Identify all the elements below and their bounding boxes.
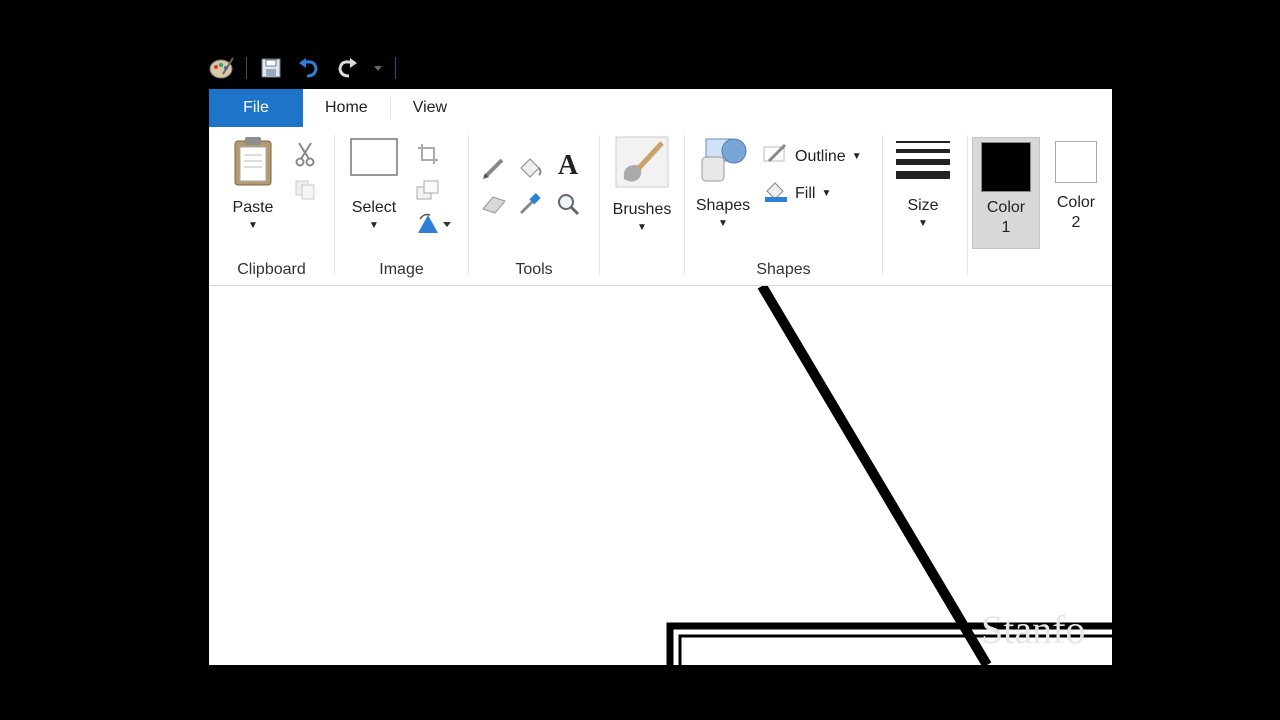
color1-label: Color 1 <box>986 199 1026 236</box>
paint-app-icon[interactable] <box>208 54 236 82</box>
color1-swatch <box>981 142 1031 192</box>
chevron-down-icon: ▼ <box>821 188 832 199</box>
size-label: Size <box>907 197 939 214</box>
ribbon-tabs: File Home View <box>209 89 1112 127</box>
cut-icon[interactable] <box>292 141 318 167</box>
brushes-button[interactable]: Brushes ▼ <box>604 135 680 233</box>
fill-label: Fill <box>795 184 816 202</box>
tab-view[interactable]: View <box>391 89 469 127</box>
line-size-icon <box>895 135 951 190</box>
canvas-drawing <box>666 283 1112 665</box>
color2-swatch <box>1055 141 1097 183</box>
brushes-label: Brushes <box>612 201 672 218</box>
drawing-canvas[interactable]: Stanfo <box>209 283 1112 665</box>
paint-window: File Home View Paste ▼ Clipboard Select … <box>209 89 1112 665</box>
size-button[interactable]: Size ▼ <box>893 135 953 229</box>
rotate-icon[interactable] <box>413 211 453 237</box>
shapes-label: Shapes <box>695 197 751 214</box>
image-group: Select ▼ Image <box>335 127 468 285</box>
toolbar-separator <box>246 57 247 79</box>
magnifier-icon[interactable] <box>555 191 581 217</box>
shapes-icon <box>696 135 750 190</box>
redo-icon[interactable] <box>333 54 361 82</box>
color2-button[interactable]: Color 2 <box>1046 141 1106 233</box>
diagonal-stroke <box>757 283 992 665</box>
tab-file[interactable]: File <box>209 89 303 127</box>
outline-pencil-icon <box>763 143 789 170</box>
customize-dropdown-icon[interactable] <box>371 54 385 82</box>
paste-label: Paste <box>232 199 274 216</box>
chevron-down-icon: ▼ <box>918 218 928 229</box>
colors-group: Color 1 Color 2 <box>968 127 1112 285</box>
shapes-group-label: Shapes <box>756 261 811 278</box>
shapes-button[interactable]: Shapes ▼ <box>691 135 755 229</box>
fill-bucket-icon[interactable] <box>517 155 543 181</box>
resize-icon[interactable] <box>415 177 441 203</box>
clipboard-icon <box>231 135 275 192</box>
copy-icon[interactable] <box>292 177 318 203</box>
color1-button[interactable]: Color 1 <box>972 137 1040 249</box>
chevron-down-icon: ▼ <box>248 220 258 231</box>
save-icon[interactable] <box>257 54 285 82</box>
select-label: Select <box>351 199 397 216</box>
pencil-icon[interactable] <box>481 155 507 181</box>
chevron-down-icon: ▼ <box>851 151 862 162</box>
tools-group: A Tools <box>469 127 599 285</box>
text-icon[interactable]: A <box>555 150 581 181</box>
image-group-label: Image <box>379 261 424 278</box>
tab-home[interactable]: Home <box>303 89 390 127</box>
eraser-icon[interactable] <box>481 191 507 217</box>
outline-label: Outline <box>795 147 846 165</box>
fill-bucket-icon <box>763 179 789 208</box>
toolbar-separator <box>395 57 396 79</box>
select-rectangle-icon <box>349 135 399 184</box>
ribbon: Paste ▼ Clipboard Select ▼ Image A Tools… <box>209 127 1112 286</box>
brush-icon <box>614 135 670 194</box>
color2-label: Color 2 <box>1056 194 1096 231</box>
paste-button[interactable]: Paste ▼ <box>225 135 281 231</box>
size-group: Size ▼ <box>883 127 967 285</box>
select-button[interactable]: Select ▼ <box>345 135 403 231</box>
color-picker-icon[interactable] <box>517 191 543 217</box>
quick-access-toolbar <box>208 50 396 86</box>
brushes-group: Brushes ▼ <box>600 127 684 285</box>
canvas-watermark: Stanfo <box>981 607 1086 652</box>
chevron-down-icon: ▼ <box>637 222 647 233</box>
clipboard-group: Paste ▼ Clipboard <box>209 127 334 285</box>
fill-button[interactable]: Fill ▼ <box>763 179 831 208</box>
crop-icon[interactable] <box>415 141 441 167</box>
outline-button[interactable]: Outline ▼ <box>763 143 862 170</box>
clipboard-group-label: Clipboard <box>237 261 306 278</box>
chevron-down-icon: ▼ <box>718 218 728 229</box>
tools-group-label: Tools <box>515 261 553 278</box>
undo-icon[interactable] <box>295 54 323 82</box>
chevron-down-icon: ▼ <box>369 220 379 231</box>
shapes-group: Shapes ▼ Outline ▼ Fill ▼ Shapes <box>685 127 882 285</box>
